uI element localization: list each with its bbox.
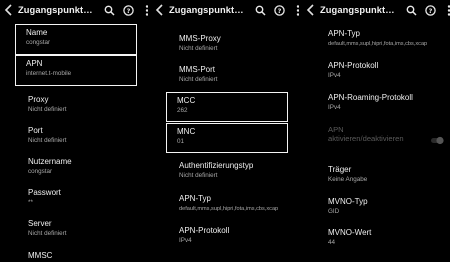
setting-value: 01	[177, 138, 185, 145]
app-bar: Zugangspunkt… ?	[302, 0, 450, 22]
setting-label: APN-Protokoll	[179, 226, 230, 235]
help-icon[interactable]: ?	[423, 3, 437, 17]
setting-label: APN-Typ	[328, 29, 361, 38]
setting-apn-protocol[interactable]: APN-Protokoll IPv4	[318, 61, 450, 80]
setting-apn[interactable]: APN internet.t-mobile	[15, 55, 137, 86]
setting-value: **	[28, 199, 33, 206]
setting-apn-type[interactable]: APN-Typ default,mms,supl,hipri,fota,ims,…	[318, 29, 450, 48]
setting-label: MVNO-Wert	[328, 228, 372, 237]
back-arrow-icon[interactable]	[153, 2, 165, 18]
apn-screen-2: Zugangspunkt… ? MMS-Proxy Nicht definier…	[151, 0, 299, 262]
setting-value: default,mms,supl,hipri,fota,ims,cbs,xcap	[179, 206, 279, 212]
setting-label: Name	[26, 28, 48, 37]
setting-username[interactable]: Nutzername congstar	[16, 157, 148, 176]
setting-label: MVNO-Typ	[328, 197, 368, 206]
more-vert-icon[interactable]	[291, 3, 299, 17]
more-vert-icon[interactable]	[140, 3, 148, 17]
setting-server[interactable]: Server Nicht definiert	[16, 219, 148, 238]
setting-label: MMS-Proxy	[179, 34, 221, 43]
setting-label: Proxy	[28, 95, 49, 104]
svg-text:?: ?	[126, 7, 130, 15]
setting-apn-enable[interactable]: APN aktivieren/deaktivieren	[318, 125, 428, 143]
setting-value: IPv4	[328, 104, 341, 111]
setting-value: default,mms,supl,hipri,fota,ims,cbs,xcap	[328, 41, 428, 47]
setting-label: APN-Typ	[179, 194, 212, 203]
setting-value: congstar	[28, 168, 53, 175]
setting-mnc[interactable]: MNC 01	[166, 123, 288, 153]
setting-value: IPv4	[328, 72, 341, 79]
setting-proxy[interactable]: Proxy Nicht definiert	[16, 95, 148, 114]
setting-label: APN-Roaming-Protokoll	[328, 93, 413, 102]
setting-label: APN-Protokoll	[328, 61, 379, 70]
setting-mvno-value[interactable]: MVNO-Wert 44	[318, 228, 450, 247]
setting-label: MMS-Port	[179, 65, 215, 74]
setting-apn-type[interactable]: APN-Typ default,mms,supl,hipri,fota,ims,…	[167, 194, 299, 213]
svg-text:?: ?	[428, 7, 432, 15]
page-title: Zugangspunkt…	[18, 5, 93, 15]
setting-mmsc[interactable]: MMSC	[16, 251, 148, 261]
help-icon[interactable]: ?	[272, 3, 286, 17]
setting-label: APN	[26, 59, 43, 68]
setting-value: Nicht definiert	[28, 230, 67, 237]
setting-value: GID	[328, 208, 340, 215]
setting-value: 262	[177, 107, 188, 114]
setting-label: Port	[28, 126, 43, 135]
app-bar: Zugangspunkt… ?	[151, 0, 299, 22]
setting-label: Träger	[328, 165, 352, 174]
search-icon[interactable]	[404, 3, 418, 17]
app-bar: Zugangspunkt… ?	[0, 0, 148, 22]
setting-value: Nicht definiert	[179, 45, 218, 52]
svg-text:?: ?	[277, 7, 281, 15]
search-icon[interactable]	[253, 3, 267, 17]
setting-label: Nutzername	[28, 157, 72, 166]
apn-screen-1: Zugangspunkt… ? Name congstar APN intern…	[0, 0, 148, 262]
search-icon[interactable]	[102, 3, 116, 17]
setting-apn-protocol[interactable]: APN-Protokoll IPv4	[167, 226, 299, 245]
setting-name[interactable]: Name congstar	[15, 24, 137, 55]
setting-mcc[interactable]: MCC 262	[166, 92, 288, 122]
setting-value: internet.t-mobile	[26, 70, 72, 77]
setting-label: Passwort	[28, 188, 61, 197]
setting-value: Nicht definiert	[28, 106, 67, 113]
help-icon[interactable]: ?	[121, 3, 135, 17]
back-arrow-icon[interactable]	[2, 2, 14, 18]
setting-port[interactable]: Port Nicht definiert	[16, 126, 148, 145]
setting-value: Nicht definiert	[28, 137, 67, 144]
setting-value: Nicht definiert	[179, 172, 218, 179]
setting-label: APN aktivieren/deaktivieren	[328, 125, 404, 143]
setting-value: Nicht definiert	[179, 76, 218, 83]
setting-mms-port[interactable]: MMS-Port Nicht definiert	[167, 65, 299, 84]
setting-label: MMSC	[28, 251, 53, 260]
more-vert-icon[interactable]	[442, 3, 450, 17]
setting-mms-proxy[interactable]: MMS-Proxy Nicht definiert	[167, 34, 299, 53]
setting-label: MCC	[177, 96, 196, 105]
apn-screen-3: Zugangspunkt… ? APN-Typ default,mms,supl…	[302, 0, 450, 262]
setting-auth-type[interactable]: Authentifizierungstyp Nicht definiert	[167, 161, 299, 180]
setting-label: Server	[28, 219, 52, 228]
setting-value: 44	[328, 239, 336, 246]
page-title: Zugangspunkt…	[169, 5, 244, 15]
setting-value: Keine Angabe	[328, 176, 368, 183]
setting-label: Authentifizierungstyp	[179, 161, 254, 170]
setting-carrier[interactable]: Träger Keine Angabe	[318, 165, 450, 184]
apn-enable-toggle[interactable]	[430, 132, 444, 145]
setting-apn-roaming-protocol[interactable]: APN-Roaming-Protokoll IPv4	[318, 93, 450, 112]
setting-value: congstar	[26, 39, 51, 46]
screenshot-collage: Zugangspunkt… ? Name congstar APN intern…	[0, 0, 450, 262]
setting-value: IPv4	[179, 237, 192, 244]
back-arrow-icon[interactable]	[304, 2, 316, 18]
setting-mvno-type[interactable]: MVNO-Typ GID	[318, 197, 450, 216]
page-title: Zugangspunkt…	[320, 5, 395, 15]
setting-password[interactable]: Passwort **	[16, 188, 148, 207]
setting-label: MNC	[177, 127, 196, 136]
